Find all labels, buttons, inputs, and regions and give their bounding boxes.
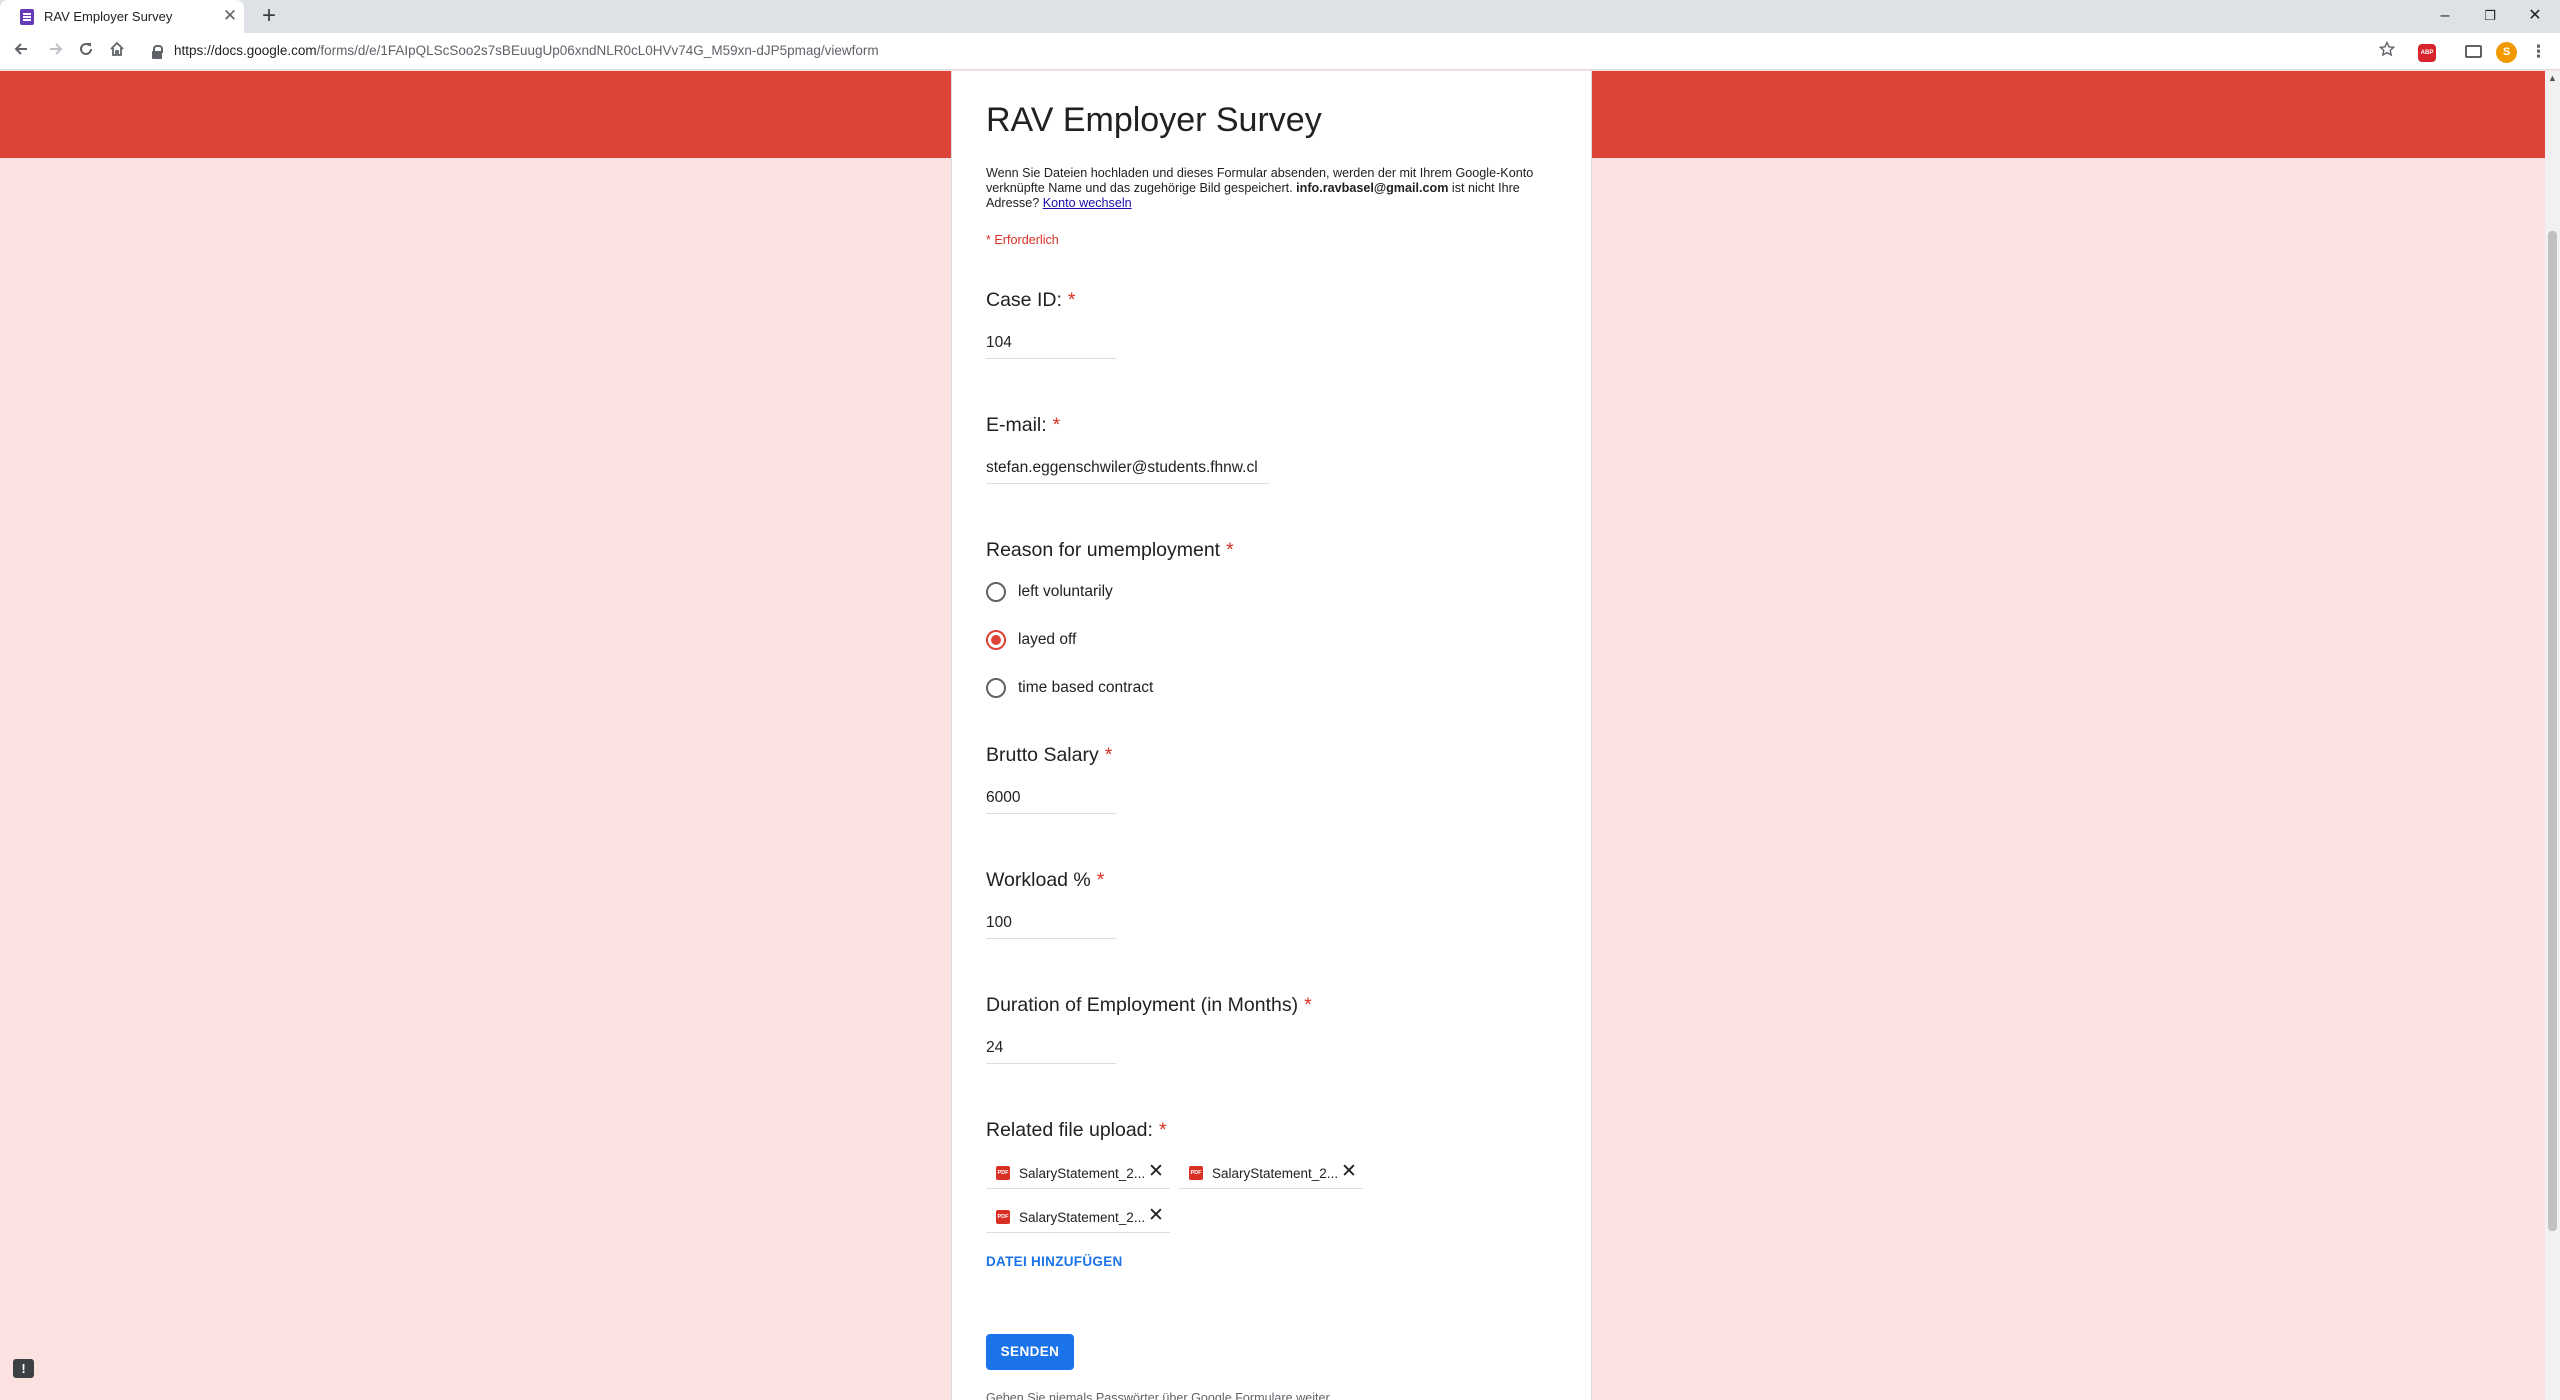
required-star: * — [1158, 1119, 1167, 1141]
remove-file-icon[interactable]: ✕ — [1146, 1206, 1166, 1226]
question-email-label: E-mail: * — [986, 414, 1060, 437]
profile-avatar[interactable]: S — [2496, 42, 2517, 63]
required-star: * — [1226, 539, 1234, 561]
question-workload-label: Workload % * — [986, 869, 1104, 892]
email-input[interactable]: stefan.eggenschwiler@students.fhnw.cl — [986, 454, 1269, 484]
required-star: * — [1052, 414, 1061, 436]
bookmark-star-icon[interactable] — [2376, 40, 2398, 63]
required-star: * — [1104, 744, 1113, 766]
lock-icon[interactable] — [152, 45, 163, 59]
scroll-up-arrow-icon[interactable]: ▲ — [2545, 71, 2560, 86]
file-name[interactable]: SalaryStatement_2... — [1212, 1166, 1338, 1181]
restore-button[interactable]: ❐ — [2475, 4, 2505, 28]
uploaded-file-chip[interactable]: PDF SalaryStatement_2... ✕ — [986, 1201, 1170, 1233]
minimize-button[interactable]: – — [2430, 4, 2460, 28]
duration-value: 24 — [986, 1039, 1004, 1056]
required-star: * — [1067, 289, 1076, 311]
account-email: info.ravbasel@gmail.com — [1296, 181, 1449, 195]
workload-value: 100 — [986, 914, 1012, 931]
question-duration-label: Duration of Employment (in Months) * — [986, 994, 1312, 1017]
question-case-id-label: Case ID: * — [986, 289, 1075, 312]
question-salary-label: Brutto Salary * — [986, 744, 1112, 767]
password-warning-note: Geben Sie niemals Passwörter über Google… — [986, 1391, 1333, 1400]
question-text: E-mail: — [986, 414, 1047, 436]
required-star: * — [1096, 869, 1105, 891]
question-upload-label: Related file upload: * — [986, 1119, 1167, 1142]
submit-button[interactable]: SENDEN — [986, 1334, 1074, 1370]
case-id-input[interactable]: 104 — [986, 329, 1116, 359]
reload-icon[interactable] — [73, 39, 99, 65]
pdf-file-icon: PDF — [996, 1210, 1010, 1224]
form-description: Wenn Sie Dateien hochladen und dieses Fo… — [986, 166, 1546, 211]
form-card: RAV Employer Survey Wenn Sie Dateien hoc… — [951, 71, 1592, 1400]
cast-icon[interactable] — [2465, 45, 2482, 58]
address-bar[interactable]: https://docs.google.com/forms/d/e/1FAIpQ… — [140, 38, 2370, 66]
home-icon[interactable] — [104, 39, 130, 65]
radio-button-selected[interactable] — [986, 630, 1006, 650]
forward-icon[interactable] — [43, 39, 69, 65]
salary-input[interactable]: 6000 — [986, 784, 1116, 814]
switch-account-link[interactable]: Konto wechseln — [1043, 196, 1132, 210]
remove-file-icon[interactable]: ✕ — [1146, 1162, 1166, 1182]
browser-toolbar: https://docs.google.com/forms/d/e/1FAIpQ… — [0, 33, 2560, 70]
radio-label[interactable]: layed off — [1018, 631, 1076, 649]
page-viewport: RAV Employer Survey Wenn Sie Dateien hoc… — [0, 71, 2545, 1400]
feedback-icon[interactable]: ! — [13, 1359, 34, 1378]
browser-tab[interactable]: RAV Employer Survey ✕ — [0, 0, 244, 33]
close-tab-icon[interactable]: ✕ — [220, 6, 240, 26]
question-text: Reason for umemployment — [986, 539, 1221, 561]
url-host: https://docs.google.com — [174, 43, 317, 58]
pdf-file-icon: PDF — [1189, 1166, 1203, 1180]
required-star: * — [1304, 994, 1312, 1016]
radio-button[interactable] — [986, 678, 1006, 698]
file-name[interactable]: SalaryStatement_2... — [1019, 1166, 1145, 1181]
browser-tabstrip: RAV Employer Survey ✕ + – ❐ ✕ — [0, 0, 2560, 33]
tab-title: RAV Employer Survey — [44, 9, 173, 24]
question-reason-label: Reason for umemployment * — [986, 539, 1234, 562]
google-forms-icon — [20, 9, 34, 25]
salary-value: 6000 — [986, 789, 1021, 806]
radio-button[interactable] — [986, 582, 1006, 602]
back-icon[interactable] — [8, 39, 34, 65]
add-file-button[interactable]: DATEI HINZUFÜGEN — [986, 1254, 1123, 1269]
adblock-icon[interactable]: ABP — [2418, 44, 2436, 62]
workload-input[interactable]: 100 — [986, 909, 1116, 939]
url-text[interactable]: https://docs.google.com/forms/d/e/1FAIpQ… — [174, 43, 879, 58]
email-value: stefan.eggenschwiler@students.fhnw.cl — [986, 459, 1258, 476]
close-window-button[interactable]: ✕ — [2520, 4, 2550, 28]
question-text: Related file upload: — [986, 1119, 1153, 1141]
required-note: * Erforderlich — [986, 233, 1059, 247]
radio-label[interactable]: time based contract — [1018, 679, 1153, 697]
form-title: RAV Employer Survey — [986, 101, 1322, 139]
page-scrollbar[interactable]: ▲ — [2545, 71, 2560, 1400]
uploaded-file-chip[interactable]: PDF SalaryStatement_2... ✕ — [1179, 1157, 1363, 1189]
pdf-file-icon: PDF — [996, 1166, 1010, 1180]
browser-menu-icon[interactable]: ⋮ — [2530, 41, 2547, 63]
remove-file-icon[interactable]: ✕ — [1339, 1162, 1359, 1182]
duration-input[interactable]: 24 — [986, 1034, 1116, 1064]
question-text: Duration of Employment (in Months) — [986, 994, 1299, 1016]
question-text: Workload % — [986, 869, 1091, 891]
new-tab-button[interactable]: + — [256, 3, 282, 29]
case-id-value: 104 — [986, 334, 1012, 351]
question-text: Brutto Salary — [986, 744, 1099, 766]
url-path: /forms/d/e/1FAIpQLScSoo2s7sBEuugUp06xndN… — [316, 43, 879, 58]
question-text: Case ID: — [986, 289, 1062, 311]
file-name[interactable]: SalaryStatement_2... — [1019, 1210, 1145, 1225]
uploaded-file-chip[interactable]: PDF SalaryStatement_2... ✕ — [986, 1157, 1170, 1189]
scrollbar-thumb[interactable] — [2548, 231, 2557, 1231]
radio-label[interactable]: left voluntarily — [1018, 583, 1113, 601]
